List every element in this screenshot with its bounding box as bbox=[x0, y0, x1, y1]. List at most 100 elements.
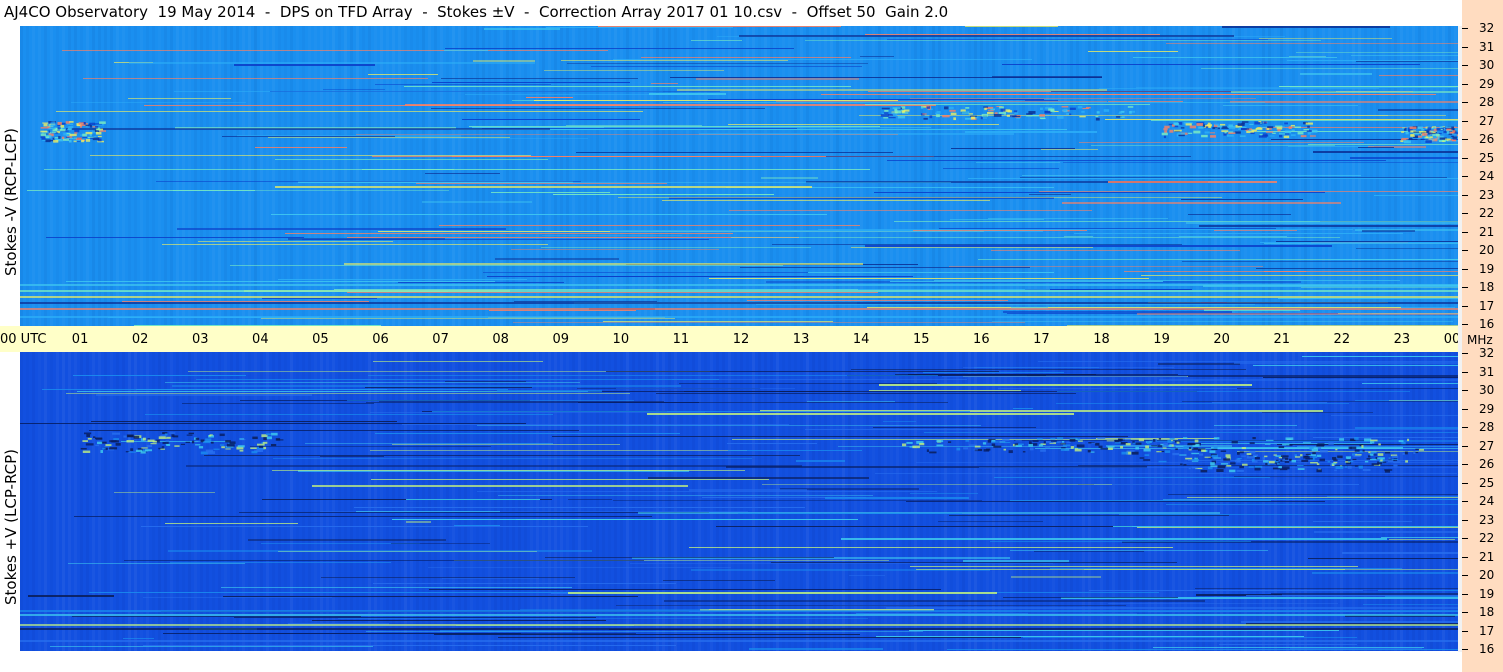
heatmap-speckle bbox=[219, 444, 225, 446]
utc-tick-23: 23 bbox=[1393, 332, 1411, 347]
heatmap-speckle bbox=[1107, 447, 1113, 450]
heatmap-line bbox=[934, 280, 1400, 281]
heatmap-speckle bbox=[883, 112, 889, 114]
heatmap-column bbox=[32, 352, 35, 651]
heatmap-speckle bbox=[942, 115, 950, 118]
heatmap-line bbox=[1264, 243, 1462, 244]
heatmap-line bbox=[66, 128, 550, 130]
heatmap-bottom-panel bbox=[20, 352, 1462, 651]
heatmap-speckle bbox=[1337, 455, 1343, 459]
heatmap-line bbox=[275, 186, 812, 188]
heatmap-speckle bbox=[96, 131, 102, 135]
heatmap-speckle bbox=[1265, 439, 1274, 441]
heatmap-line bbox=[495, 258, 619, 260]
heatmap-line bbox=[1355, 400, 1462, 401]
heatmap-line bbox=[910, 98, 1256, 99]
heatmap-line bbox=[1278, 298, 1462, 299]
heatmap-column bbox=[818, 352, 821, 651]
heatmap-column bbox=[638, 352, 641, 651]
heatmap-column bbox=[254, 352, 257, 651]
heatmap-speckle bbox=[1204, 131, 1210, 134]
heatmap-speckle bbox=[1003, 111, 1007, 115]
heatmap-column bbox=[404, 352, 407, 651]
heatmap-speckle bbox=[1281, 466, 1290, 470]
heatmap-line bbox=[865, 104, 1150, 105]
heatmap-speckle bbox=[1275, 125, 1283, 128]
heatmap-speckle bbox=[1427, 127, 1432, 131]
heatmap-line bbox=[520, 609, 709, 610]
heatmap-line bbox=[422, 201, 532, 203]
heatmap-speckle bbox=[1139, 457, 1145, 459]
heatmap-speckle bbox=[1297, 468, 1305, 470]
heatmap-line bbox=[1108, 101, 1183, 102]
heatmap-speckle bbox=[141, 447, 148, 449]
heatmap-speckle bbox=[1122, 438, 1131, 441]
heatmap-line bbox=[1158, 363, 1240, 365]
heatmap-column bbox=[380, 352, 383, 651]
heatmap-speckle bbox=[195, 444, 201, 446]
heatmap-speckle bbox=[1193, 130, 1201, 134]
heatmap-speckle bbox=[263, 437, 267, 441]
heatmap-line bbox=[320, 456, 384, 457]
heatmap-speckle bbox=[935, 112, 938, 115]
heatmap-line bbox=[542, 235, 682, 236]
heatmap-line bbox=[965, 26, 1058, 27]
heatmap-column bbox=[296, 352, 299, 651]
heatmap-line bbox=[196, 379, 719, 380]
heatmap-speckle bbox=[270, 444, 277, 447]
heatmap-line bbox=[1234, 476, 1462, 477]
heatmap-speckle bbox=[1284, 461, 1290, 463]
heatmap-line bbox=[1035, 448, 1462, 449]
heatmap-speckle bbox=[1194, 439, 1199, 443]
heatmap-speckle bbox=[1254, 457, 1260, 460]
mhz-mark-1-25 bbox=[1462, 483, 1468, 484]
heatmap-column bbox=[752, 26, 755, 326]
heatmap-speckle bbox=[1057, 115, 1064, 119]
heatmap-speckle bbox=[191, 440, 195, 444]
heatmap-speckle bbox=[1095, 117, 1100, 121]
heatmap-speckle bbox=[1087, 449, 1091, 453]
heatmap-speckle bbox=[1254, 467, 1261, 471]
heatmap-line bbox=[1245, 499, 1462, 500]
heatmap-column bbox=[326, 352, 329, 651]
heatmap-speckle bbox=[133, 435, 140, 439]
heatmap-speckle bbox=[263, 446, 267, 450]
heatmap-line bbox=[689, 547, 1173, 548]
heatmap-speckle bbox=[87, 437, 92, 440]
heatmap-line bbox=[895, 374, 1178, 375]
mhz-mark-1-16 bbox=[1462, 649, 1468, 650]
heatmap-line bbox=[250, 446, 491, 447]
heatmap-line bbox=[942, 376, 1187, 377]
heatmap-speckle bbox=[1039, 114, 1046, 117]
heatmap-line bbox=[1308, 144, 1462, 145]
heatmap-speckle bbox=[1354, 437, 1359, 440]
heatmap-line bbox=[441, 78, 638, 79]
heatmap-speckle bbox=[1391, 455, 1399, 458]
heatmap-line bbox=[689, 489, 807, 491]
heatmap-speckle bbox=[198, 446, 204, 449]
heatmap-column bbox=[182, 352, 185, 651]
heatmap-column bbox=[1454, 26, 1457, 326]
heatmap-speckle bbox=[1207, 466, 1213, 470]
mhz-tick-1-21: 21 bbox=[1479, 549, 1495, 564]
heatmap-speckle bbox=[1316, 463, 1320, 466]
heatmap-line bbox=[321, 577, 575, 578]
heatmap-line bbox=[431, 108, 765, 109]
heatmap-speckle bbox=[1038, 444, 1043, 447]
mhz-mark-1-32 bbox=[1462, 353, 1468, 354]
heatmap-line bbox=[545, 557, 834, 558]
heatmap-strong-line bbox=[20, 284, 1462, 286]
heatmap-column bbox=[398, 352, 401, 651]
heatmap-speckle bbox=[1074, 444, 1077, 448]
heatmap-column bbox=[542, 352, 545, 651]
heatmap-line bbox=[1277, 444, 1462, 445]
heatmap-line bbox=[576, 152, 893, 153]
heatmap-line bbox=[1362, 230, 1415, 232]
heatmap-line bbox=[1358, 147, 1394, 148]
utc-tick-5: 05 bbox=[312, 332, 329, 347]
heatmap-speckle bbox=[1163, 442, 1168, 446]
heatmap-line bbox=[356, 134, 898, 135]
heatmap-speckle bbox=[1316, 454, 1322, 457]
heatmap-speckle bbox=[1312, 452, 1316, 455]
heatmap-line bbox=[950, 219, 1044, 220]
